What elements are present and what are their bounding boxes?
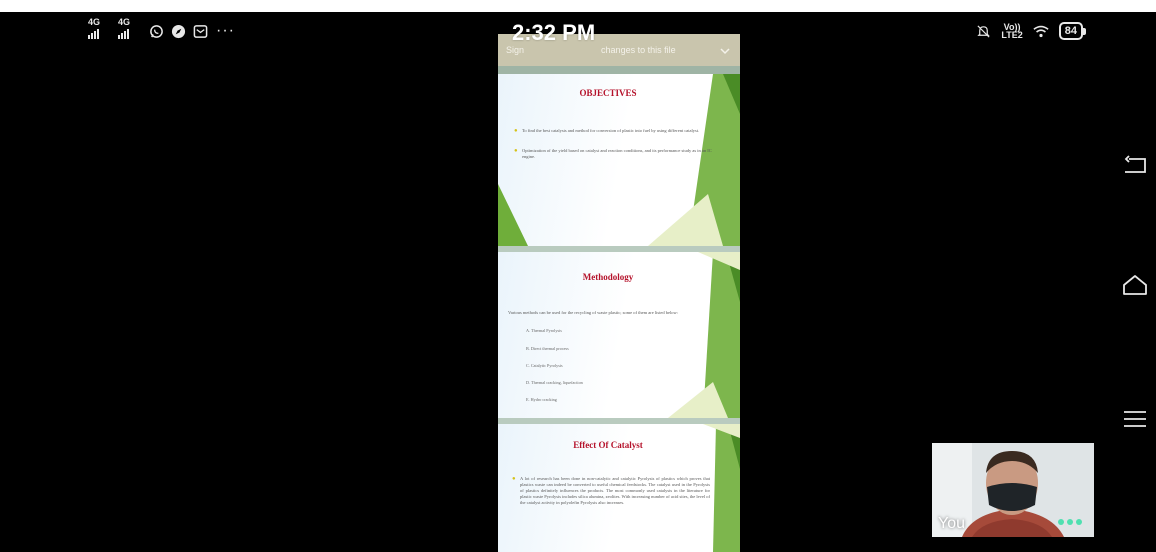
- slide-intro: Various methods can be used for the recy…: [508, 310, 678, 315]
- list-item: D. Thermal cracking, liquefaction: [526, 380, 583, 385]
- wifi-icon: [1033, 23, 1049, 39]
- home-button[interactable]: [1122, 274, 1148, 296]
- list-item: C. Catalytic Pyrolysis: [526, 363, 563, 368]
- chevron-down-icon[interactable]: [720, 42, 730, 60]
- slide-effect-of-catalyst[interactable]: Effect Of Catalyst ● A lot of research ha…: [498, 424, 740, 552]
- back-button[interactable]: [1122, 154, 1148, 176]
- slide-objectives[interactable]: OBJECTIVES ● To find the best catalysts a…: [498, 74, 740, 246]
- document-viewer[interactable]: Sign changes to this file OBJECTIVES ● To…: [498, 34, 740, 552]
- sim1-signal-icon: 4G: [88, 17, 112, 39]
- self-video-label: You: [938, 515, 965, 532]
- volte-line2: LTE2: [1001, 30, 1023, 40]
- more-options-icon[interactable]: [1058, 519, 1082, 525]
- bell-muted-icon: [975, 23, 991, 39]
- whatsapp-icon: [148, 23, 164, 39]
- slide-title: Effect Of Catalyst: [573, 440, 643, 450]
- more-notifications-icon: ···: [216, 22, 235, 39]
- banner-text-left: Sign: [506, 45, 525, 55]
- slide-decoration: [498, 74, 740, 246]
- slide-title: Methodology: [582, 272, 634, 282]
- menu-button[interactable]: [1122, 408, 1148, 430]
- slide-bullet: ● Optimization of the yield based on cata…: [514, 148, 712, 159]
- clock: 2:32 PM: [512, 20, 596, 45]
- banner-text: Sign changes to this file: [506, 45, 676, 55]
- bullet-text: To find the best catalysts and method fo…: [522, 128, 700, 133]
- self-video-tile[interactable]: You: [932, 443, 1094, 537]
- bullet-text: Optimization of the yield based on catal…: [522, 148, 712, 159]
- sim2-label: 4G: [118, 17, 131, 27]
- list-item: E. Hydro cracking: [526, 397, 557, 402]
- volte-indicator: Vo)) LTE2: [1001, 23, 1023, 40]
- slide-bullet: ● A lot of research has been done in non-…: [512, 476, 710, 505]
- status-bar-right: Vo)) LTE2 84: [975, 12, 1086, 50]
- status-bar-left: 4G 4G ···: [88, 12, 235, 50]
- bullet-text: A lot of research has been done in non-c…: [520, 476, 710, 505]
- sim2-signal-icon: 4G: [118, 17, 142, 39]
- battery-level: 84: [1058, 22, 1083, 40]
- screen: 4G 4G ··· Vo)) LTE2 84 Sign changes to t…: [0, 12, 1156, 552]
- slide-methodology[interactable]: Methodology Various methods can be used …: [498, 252, 740, 418]
- compass-icon: [170, 23, 186, 39]
- slide-title: OBJECTIVES: [579, 88, 637, 98]
- list-item: A. Thermal Pyrolysis: [526, 328, 562, 333]
- battery-icon: 84: [1058, 22, 1086, 40]
- menu-icon: [1124, 411, 1146, 427]
- mail-icon: [192, 23, 208, 39]
- slide-bullet: ● To find the best catalysts and method f…: [514, 128, 700, 134]
- home-icon: [1123, 275, 1147, 295]
- list-item: B. Direct thermal process: [526, 346, 569, 351]
- back-icon: [1124, 155, 1146, 173]
- banner-text-right: changes to this file: [601, 45, 676, 55]
- sim1-label: 4G: [88, 17, 101, 27]
- banner-divider: [498, 66, 740, 74]
